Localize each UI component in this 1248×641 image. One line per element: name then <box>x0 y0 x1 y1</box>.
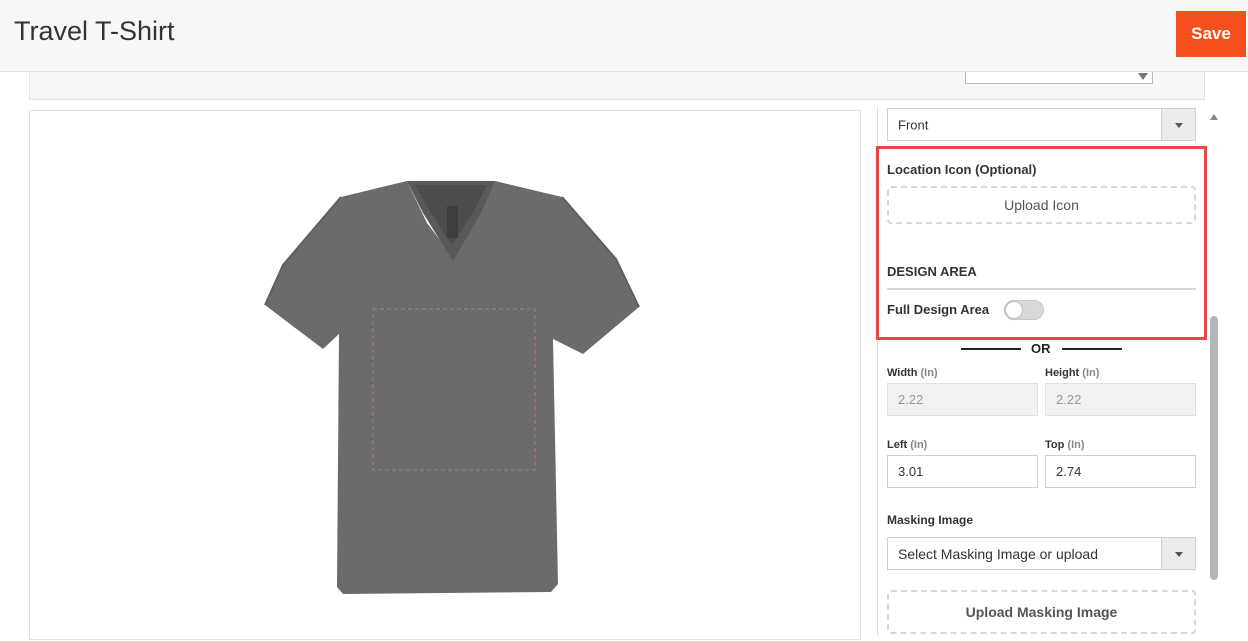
side-select[interactable]: Front <box>887 108 1196 141</box>
section-divider <box>887 288 1196 290</box>
scroll-up-icon[interactable] <box>1210 114 1218 120</box>
chevron-down-icon <box>1161 538 1195 569</box>
masking-image-label: Masking Image <box>887 513 974 527</box>
left-unit: (In) <box>910 439 928 451</box>
design-area-heading: DESIGN AREA <box>887 264 977 279</box>
full-design-area-toggle[interactable] <box>1004 300 1044 320</box>
top-label: Top (In) <box>1045 439 1085 451</box>
left-label-text: Left <box>887 439 908 451</box>
panel-scrollbar[interactable] <box>1207 110 1221 626</box>
width-input[interactable] <box>887 383 1038 416</box>
side-select-value: Front <box>898 117 929 132</box>
toggle-knob <box>1006 302 1022 318</box>
chevron-down-icon <box>1138 73 1148 80</box>
tshirt-image <box>264 181 640 594</box>
full-design-area-label: Full Design Area <box>887 302 990 317</box>
location-icon-label: Location Icon (Optional) <box>887 162 1037 177</box>
height-unit: (In) <box>1082 367 1100 379</box>
or-divider-left <box>961 348 1021 350</box>
top-input[interactable] <box>1045 455 1196 488</box>
top-unit: (In) <box>1067 439 1085 451</box>
scroll-thumb[interactable] <box>1210 316 1218 580</box>
or-text: OR <box>1031 341 1051 356</box>
tshirt-neck-label <box>447 206 458 238</box>
top-dropdown[interactable] <box>965 72 1153 84</box>
left-input[interactable] <box>887 455 1038 488</box>
width-label: Width (In) <box>887 367 938 379</box>
width-label-text: Width <box>887 367 918 379</box>
left-label: Left (In) <box>887 439 927 451</box>
top-label-text: Top <box>1045 439 1065 451</box>
product-canvas <box>29 110 861 640</box>
height-label-text: Height <box>1045 367 1080 379</box>
height-label: Height (In) <box>1045 367 1099 379</box>
chevron-down-icon <box>1161 109 1195 140</box>
masking-select-value: Select Masking Image or upload <box>898 545 1098 562</box>
height-input[interactable] <box>1045 383 1196 416</box>
app-header: Travel T-Shirt Save <box>0 0 1248 72</box>
or-divider-right <box>1062 348 1122 350</box>
width-unit: (In) <box>920 367 938 379</box>
save-button[interactable]: Save <box>1176 11 1246 57</box>
upload-masking-image-button[interactable]: Upload Masking Image <box>887 590 1196 634</box>
page-title: Travel T-Shirt <box>14 16 175 46</box>
upload-icon-button[interactable]: Upload Icon <box>887 186 1196 224</box>
masking-image-select[interactable]: Select Masking Image or upload <box>887 537 1196 570</box>
